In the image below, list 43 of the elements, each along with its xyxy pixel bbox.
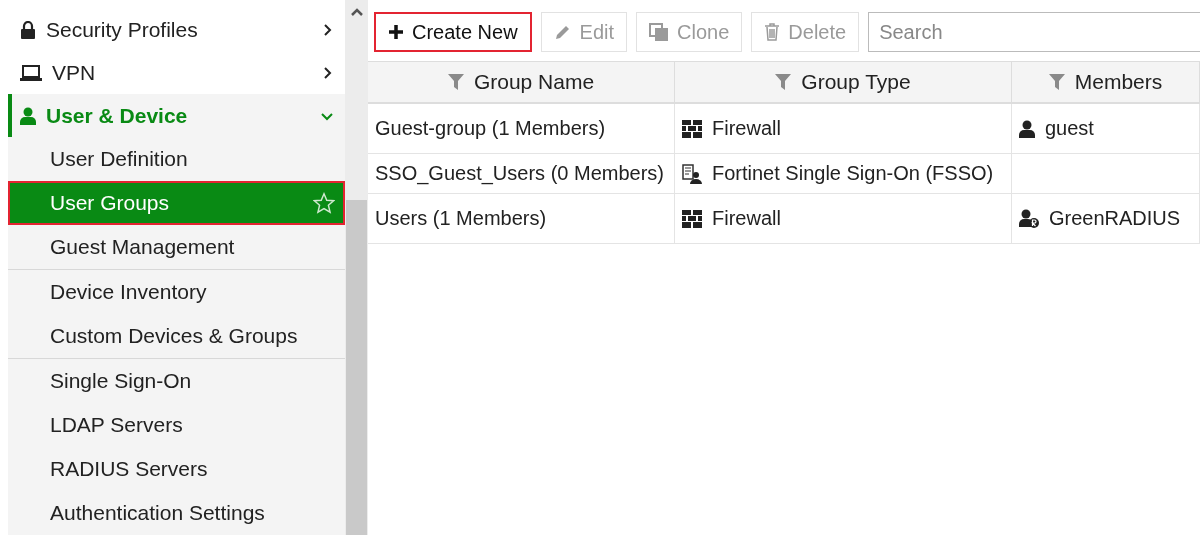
filter-icon bbox=[775, 74, 792, 90]
submenu-item[interactable]: RADIUS Servers bbox=[8, 447, 345, 491]
group-type: Firewall bbox=[712, 207, 781, 230]
submenu-item[interactable]: Single Sign-On bbox=[8, 359, 345, 403]
group-type: Fortinet Single Sign-On (FSSO) bbox=[712, 162, 994, 185]
table-cell: Users (1 Members) bbox=[368, 194, 675, 244]
star-icon[interactable] bbox=[313, 192, 335, 214]
filter-icon bbox=[1048, 74, 1065, 90]
member-name: guest bbox=[1045, 117, 1094, 140]
submenu-item[interactable]: User Groups bbox=[8, 181, 345, 225]
remote-user-icon bbox=[1019, 209, 1039, 228]
submenu-item[interactable]: Custom Devices & Groups bbox=[8, 314, 345, 358]
search-field[interactable]: Search bbox=[868, 12, 1200, 52]
lock-icon bbox=[20, 20, 36, 39]
plus-icon bbox=[388, 24, 404, 40]
user-icon bbox=[20, 106, 36, 125]
chevron-right-icon bbox=[321, 66, 333, 79]
scrollbar-thumb[interactable] bbox=[346, 200, 367, 535]
column-header[interactable]: Group Type bbox=[675, 61, 1012, 104]
user-icon bbox=[1019, 119, 1035, 138]
pencil-icon bbox=[553, 23, 572, 41]
create-button[interactable]: Create New bbox=[374, 12, 532, 52]
server-user-icon bbox=[682, 163, 702, 184]
brick-wall-icon bbox=[682, 209, 702, 228]
submenu-item[interactable]: LDAP Servers bbox=[8, 403, 345, 447]
column-header[interactable]: Members bbox=[1012, 61, 1200, 104]
submenu-item[interactable]: Guest Management bbox=[8, 225, 345, 269]
laptop-icon bbox=[20, 64, 42, 81]
brick-wall-icon bbox=[682, 119, 702, 138]
submenu-item[interactable]: Authentication Settings bbox=[8, 491, 345, 535]
chevron-right-icon bbox=[321, 23, 333, 36]
menu-item[interactable]: User & Device bbox=[8, 94, 345, 137]
table-cell: Guest-group (1 Members) bbox=[368, 104, 675, 154]
member-name: GreenRADIUS bbox=[1049, 207, 1181, 230]
column-header[interactable]: Group Name bbox=[368, 61, 675, 104]
group-type: Firewall bbox=[712, 117, 781, 140]
table-cell: SSO_Guest_Users (0 Members) bbox=[368, 154, 675, 194]
submenu-item[interactable]: User Definition bbox=[8, 137, 345, 181]
scroll-up-icon[interactable] bbox=[350, 8, 363, 16]
copy-icon bbox=[649, 23, 670, 41]
filter-icon bbox=[447, 74, 464, 90]
trash-icon bbox=[764, 23, 781, 41]
submenu-item[interactable]: Device Inventory bbox=[8, 270, 345, 314]
